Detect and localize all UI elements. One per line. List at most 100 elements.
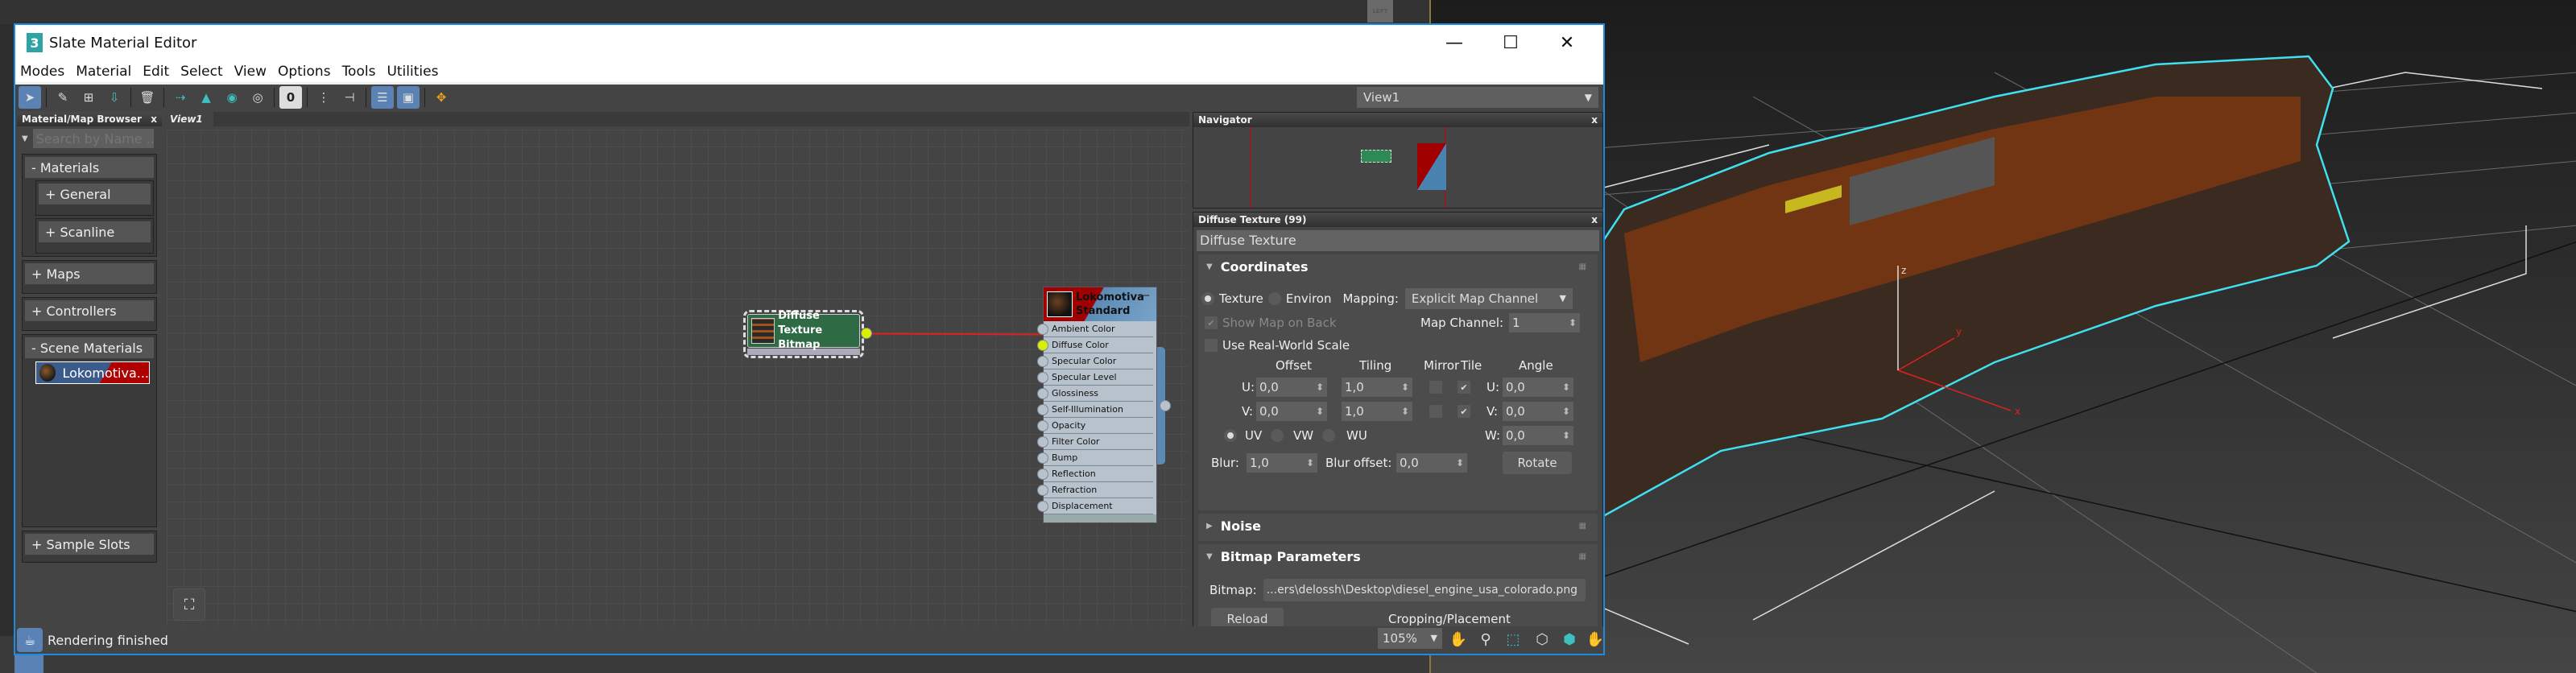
mirror-v-checkbox[interactable] (1429, 405, 1442, 418)
select-by-material-icon[interactable]: ✥ (430, 86, 453, 109)
show-map-on-back-checkbox[interactable]: ✔ (1205, 316, 1218, 329)
material-id-icon[interactable]: 0 (279, 86, 302, 109)
slot-self-illumination[interactable]: Self-Illumination (1037, 402, 1153, 418)
slot-refraction[interactable]: Refraction (1037, 482, 1153, 498)
input-socket[interactable] (1037, 356, 1048, 367)
zoom-extents-selected-icon[interactable]: ⬢ (1558, 629, 1581, 650)
input-socket[interactable] (1037, 404, 1048, 415)
standard-material-node[interactable]: Lokomotiva Standard — Ambient Color Diff… (1037, 287, 1157, 523)
zoom-level-dropdown[interactable]: 105% ▼ (1378, 628, 1442, 649)
input-socket[interactable] (1037, 324, 1048, 335)
search-input[interactable] (32, 129, 154, 148)
teapot-render-icon[interactable]: ☕ (17, 628, 43, 652)
environ-radio[interactable] (1267, 292, 1281, 305)
input-socket[interactable] (1037, 452, 1048, 464)
show-background-icon[interactable]: ◎ (246, 86, 269, 109)
group-scanline-header[interactable]: + Scanline (39, 221, 151, 242)
slot-diffuse-color[interactable]: Diffuse Color (1037, 337, 1153, 353)
delete-icon[interactable]: 🗑 (136, 86, 159, 109)
slot-filter-color[interactable]: Filter Color (1037, 434, 1153, 450)
minimize-button[interactable]: — (1426, 25, 1482, 60)
connection-wire[interactable] (871, 332, 1044, 336)
slot-opacity[interactable]: Opacity (1037, 418, 1153, 434)
mapping-dropdown[interactable]: Explicit Map Channel ▼ (1404, 288, 1573, 309)
bitmap-parameters-header[interactable]: ▼ Bitmap Parameters ▦ (1198, 544, 1598, 568)
bitmap-path-button[interactable]: ...ers\delossh\Desktop\diesel_engine_usa… (1263, 579, 1586, 601)
group-sample-slots-header[interactable]: + Sample Slots (25, 534, 154, 555)
menu-edit[interactable]: Edit (143, 64, 169, 80)
menu-select[interactable]: Select (180, 64, 222, 80)
group-general-header[interactable]: + General (39, 184, 151, 204)
angle-u-spinner[interactable]: 0,0 (1503, 378, 1573, 397)
menu-view[interactable]: View (234, 64, 267, 80)
uv-radio[interactable] (1224, 429, 1237, 442)
menu-tools[interactable]: Tools (342, 64, 376, 80)
blur-spinner[interactable]: 1,0 (1247, 453, 1317, 473)
input-socket[interactable] (1037, 469, 1048, 480)
reload-button[interactable]: Reload (1211, 608, 1284, 626)
blur-offset-spinner[interactable]: 0,0 (1396, 453, 1467, 473)
navigator-view[interactable] (1193, 127, 1602, 208)
input-socket[interactable] (1037, 420, 1048, 431)
put-to-scene-icon[interactable]: ⊞ (77, 86, 100, 109)
group-scene-materials-header[interactable]: - Scene Materials (25, 337, 154, 358)
menu-modes[interactable]: Modes (20, 64, 64, 80)
input-socket[interactable] (1037, 485, 1048, 496)
input-socket[interactable] (1037, 340, 1048, 351)
texture-radio[interactable] (1201, 292, 1214, 305)
select-arrow-icon[interactable]: ➤ (19, 86, 41, 109)
slot-reflection[interactable]: Reflection (1037, 466, 1153, 482)
tab-view1[interactable]: View1 (165, 112, 213, 126)
group-materials-header[interactable]: - Materials (25, 157, 154, 178)
title-bar[interactable]: 3 Slate Material Editor — ☐ ✕ (15, 25, 1603, 60)
zoom-magnifier-icon[interactable]: ⚲ (1474, 629, 1497, 650)
zoom-region-icon[interactable]: ⬚ (1502, 629, 1524, 650)
show-map-in-viewport-icon[interactable]: ◉ (221, 86, 243, 109)
offset-v-spinner[interactable]: 0,0 (1256, 402, 1327, 421)
layout-children-icon[interactable]: ⊣ (338, 86, 361, 109)
angle-w-spinner[interactable]: 0,0 (1503, 426, 1573, 445)
noise-header[interactable]: ▶ Noise ▦ (1198, 514, 1598, 538)
tiling-u-spinner[interactable]: 1,0 (1342, 378, 1412, 397)
menu-material[interactable]: Material (76, 64, 131, 80)
tile-u-checkbox[interactable]: ✔ (1458, 381, 1470, 394)
pan-to-selected-icon[interactable]: ✋ (1584, 629, 1606, 650)
group-controllers-header[interactable]: + Controllers (25, 300, 154, 321)
bitmap-node[interactable]: Diffuse Texture Bitmap (743, 310, 864, 358)
angle-v-spinner[interactable]: 0,0 (1503, 402, 1573, 421)
input-socket[interactable] (1037, 372, 1048, 383)
coordinates-header[interactable]: ▼ Coordinates ▦ (1198, 254, 1598, 279)
bitmap-output-socket[interactable] (861, 328, 872, 339)
input-socket[interactable] (1037, 436, 1048, 448)
parameter-editor-close-icon[interactable]: x (1591, 214, 1598, 225)
slot-specular-level[interactable]: Specular Level (1037, 370, 1153, 386)
parameter-editor-toggle-icon[interactable]: ▣ (397, 86, 420, 109)
layout-all-icon[interactable]: ⋮ (312, 86, 335, 109)
map-channel-spinner[interactable]: 1 (1509, 313, 1580, 332)
move-children-icon[interactable]: ⇢ (169, 86, 192, 109)
binoculars-icon[interactable]: ⛶ (173, 588, 205, 621)
tiling-v-spinner[interactable]: 1,0 (1342, 402, 1412, 421)
collapse-node-icon[interactable]: — (1139, 289, 1150, 302)
group-maps-header[interactable]: + Maps (25, 263, 154, 284)
material-map-browser-toggle-icon[interactable]: ☰ (371, 86, 394, 109)
zoom-extents-icon[interactable]: ⬡ (1531, 629, 1553, 650)
slot-bump[interactable]: Bump (1037, 450, 1153, 466)
view-select-dropdown[interactable]: View1 ▼ (1357, 87, 1598, 108)
browser-close-icon[interactable]: x (151, 114, 157, 125)
viewcube-left-face[interactable]: LEFT (1367, 0, 1393, 23)
grip-icon[interactable]: ▦ (1579, 552, 1586, 561)
search-options-chevron-icon[interactable]: ▼ (22, 134, 28, 143)
slot-glossiness[interactable]: Glossiness (1037, 386, 1153, 402)
slot-specular-color[interactable]: Specular Color (1037, 353, 1153, 370)
wu-radio[interactable] (1322, 429, 1335, 442)
eyedropper-icon[interactable]: ✎ (52, 86, 74, 109)
map-name-field[interactable]: Diffuse Texture (1197, 230, 1599, 251)
rotate-button[interactable]: Rotate (1503, 452, 1572, 474)
assign-to-selection-icon[interactable]: ⇩ (103, 86, 126, 109)
grip-icon[interactable]: ▦ (1579, 522, 1586, 531)
scene-material-item[interactable]: Lokomotiva... (35, 361, 150, 384)
slot-displacement[interactable]: Displacement (1037, 498, 1153, 514)
tile-v-checkbox[interactable]: ✔ (1458, 405, 1470, 418)
navigator-close-icon[interactable]: x (1591, 114, 1598, 126)
